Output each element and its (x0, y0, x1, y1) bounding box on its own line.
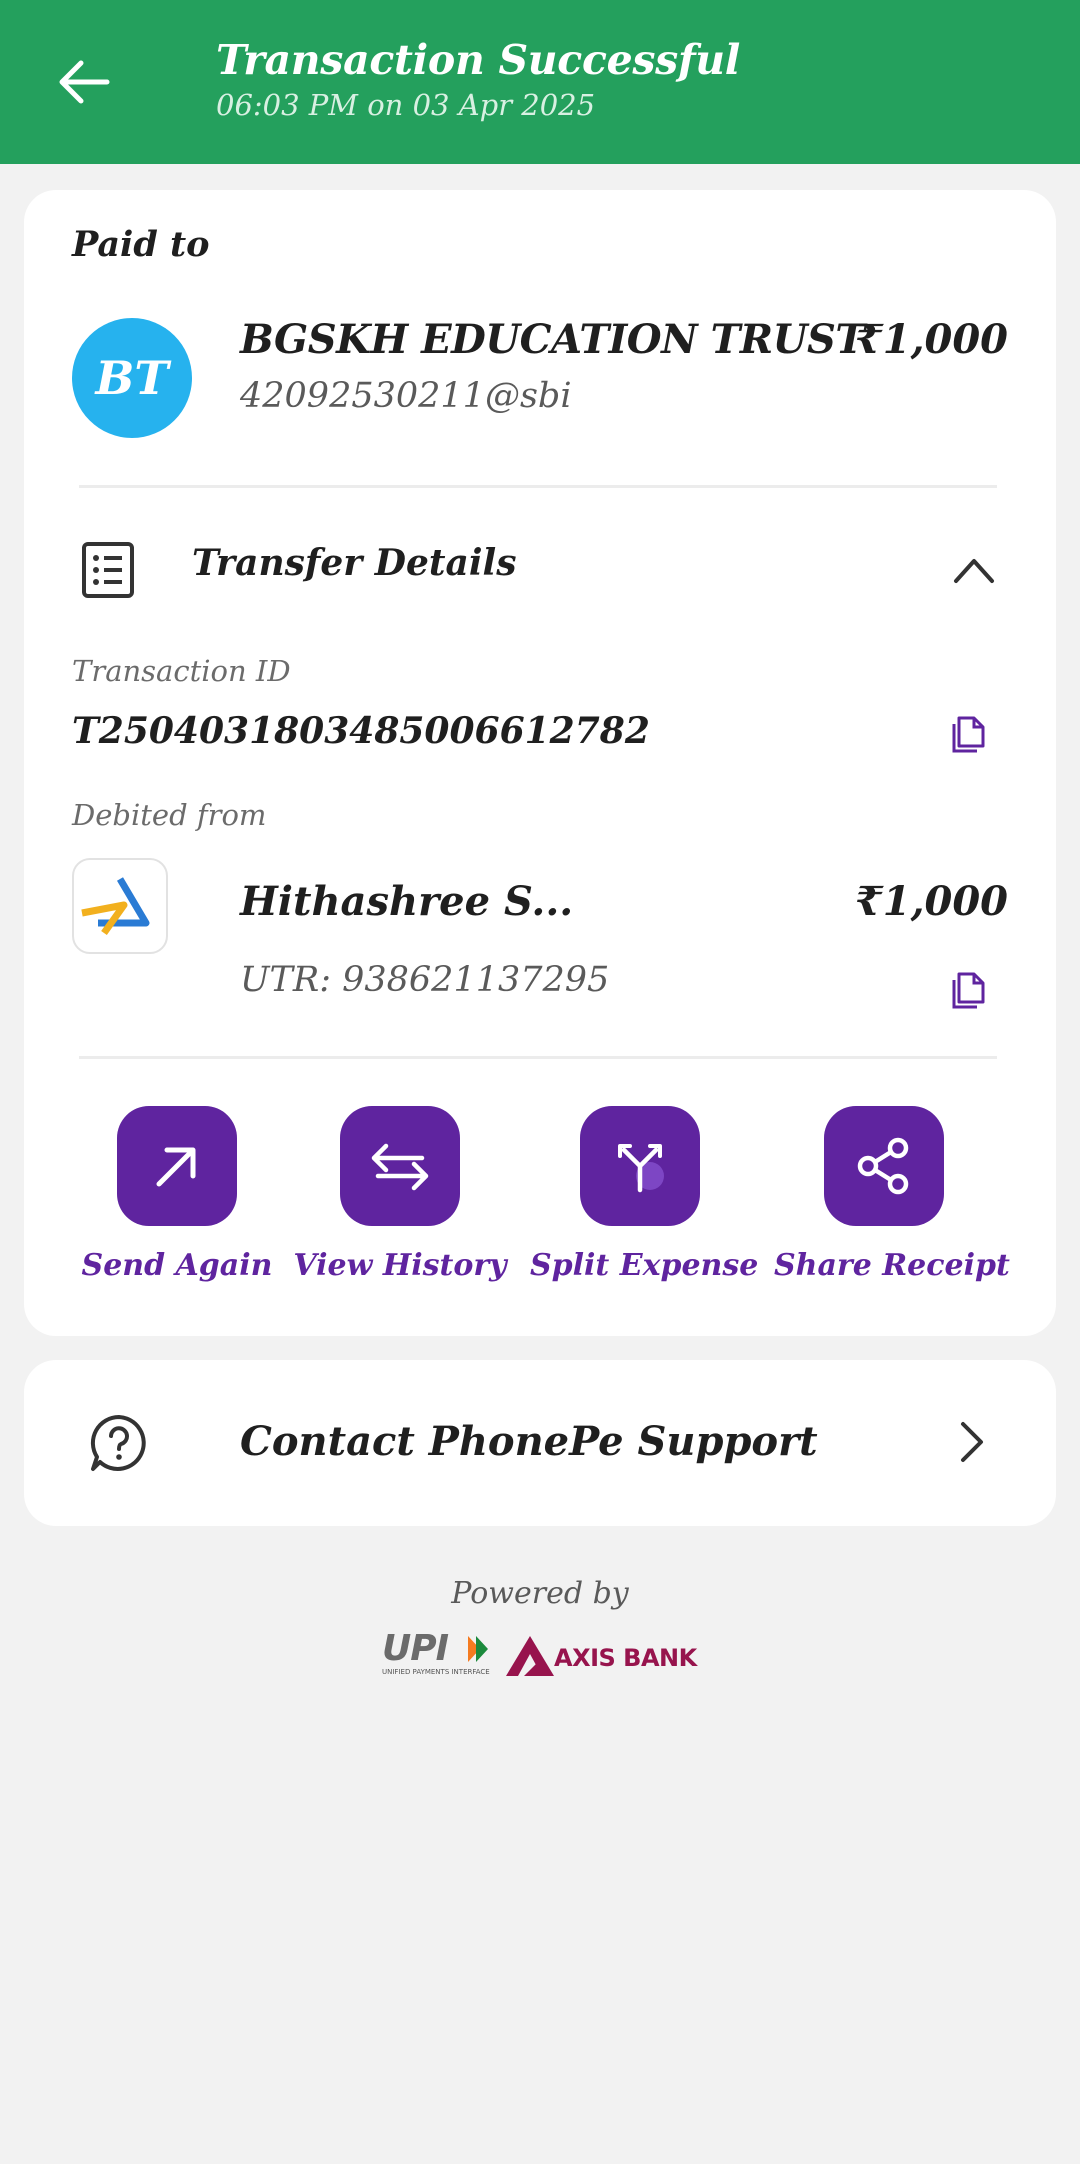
bank-logo (72, 858, 168, 954)
powered-by-label: Powered by (451, 1576, 629, 1611)
transfer-details-title: Transfer Details (192, 542, 517, 584)
transaction-id-label: Transaction ID (72, 654, 291, 688)
view-history-action[interactable]: View History (290, 1106, 510, 1283)
help-chat-icon (88, 1412, 150, 1474)
axis-bank-text: AXIS BANK (554, 1644, 697, 1672)
chevron-up-icon (954, 559, 994, 583)
debited-from-label: Debited from (72, 798, 267, 832)
transaction-id: T2504031803485006612782 (72, 710, 650, 752)
transaction-card: Paid to BT BGSKH EDUCATION TRUST ₹1,000 … (24, 190, 1056, 1336)
paid-to-label: Paid to (72, 224, 210, 265)
copy-icon (952, 716, 985, 753)
split-expense-button[interactable] (580, 1106, 700, 1226)
copy-icon (952, 972, 985, 1009)
header-bar: Transaction Successful 06:03 PM on 03 Ap… (0, 0, 1080, 164)
payee-vpa: 42092530211@sbi (240, 376, 572, 416)
utr-number: UTR: 938621137295 (240, 960, 610, 1000)
swap-arrows-icon (371, 1143, 429, 1191)
split-icon (618, 1144, 664, 1193)
chevron-right-icon (948, 1418, 996, 1466)
view-history-button[interactable] (340, 1106, 460, 1226)
send-again-action[interactable]: Send Again (67, 1106, 287, 1283)
payee-name: BGSKH EDUCATION TRUST (240, 316, 865, 363)
upi-logo: UPI UNIFIED PAYMENTS INTERFACE (380, 1628, 492, 1678)
footer-logos: UPI UNIFIED PAYMENTS INTERFACE AXIS BANK (380, 1628, 700, 1684)
page-title: Transaction Successful (216, 36, 741, 84)
share-receipt-action[interactable]: Share Receipt (774, 1106, 1010, 1283)
upi-logo-text: UPI (382, 1628, 449, 1669)
split-expense-action[interactable]: Split Expense (530, 1106, 759, 1283)
share-icon (857, 1137, 909, 1195)
arrow-up-right-icon (156, 1147, 196, 1187)
contact-support-label: Contact PhonePe Support (240, 1418, 818, 1465)
transaction-timestamp: 06:03 PM on 03 Apr 2025 (216, 88, 596, 122)
payee-avatar: BT (72, 318, 192, 438)
send-again-label: Send Again (81, 1248, 273, 1283)
divider (79, 485, 997, 488)
debit-account-name: Hithashree S... (240, 878, 574, 925)
send-again-button[interactable] (117, 1106, 237, 1226)
avatar-initials: BT (95, 351, 169, 405)
back-arrow-icon (59, 60, 110, 104)
axis-bank-mark-icon (506, 1636, 554, 1676)
contact-support-row[interactable]: Contact PhonePe Support (24, 1360, 1056, 1526)
payee-amount: ₹1,000 (854, 316, 1008, 363)
divider (79, 1056, 997, 1059)
receipt-list-icon (76, 538, 140, 602)
sbi-logo-icon (81, 877, 150, 936)
upi-logo-subtext: UNIFIED PAYMENTS INTERFACE (382, 1668, 490, 1676)
copy-transaction-id-button[interactable] (946, 710, 994, 758)
back-button[interactable] (52, 50, 116, 114)
debit-amount: ₹1,000 (854, 878, 1008, 925)
share-receipt-button[interactable] (824, 1106, 944, 1226)
upi-arrow-icon (468, 1636, 488, 1662)
collapse-toggle[interactable] (946, 542, 1002, 598)
share-receipt-label: Share Receipt (774, 1248, 1010, 1283)
view-history-label: View History (293, 1248, 507, 1283)
copy-utr-button[interactable] (946, 966, 994, 1014)
split-expense-label: Split Expense (530, 1248, 759, 1283)
axis-bank-logo: AXIS BANK (504, 1632, 704, 1680)
